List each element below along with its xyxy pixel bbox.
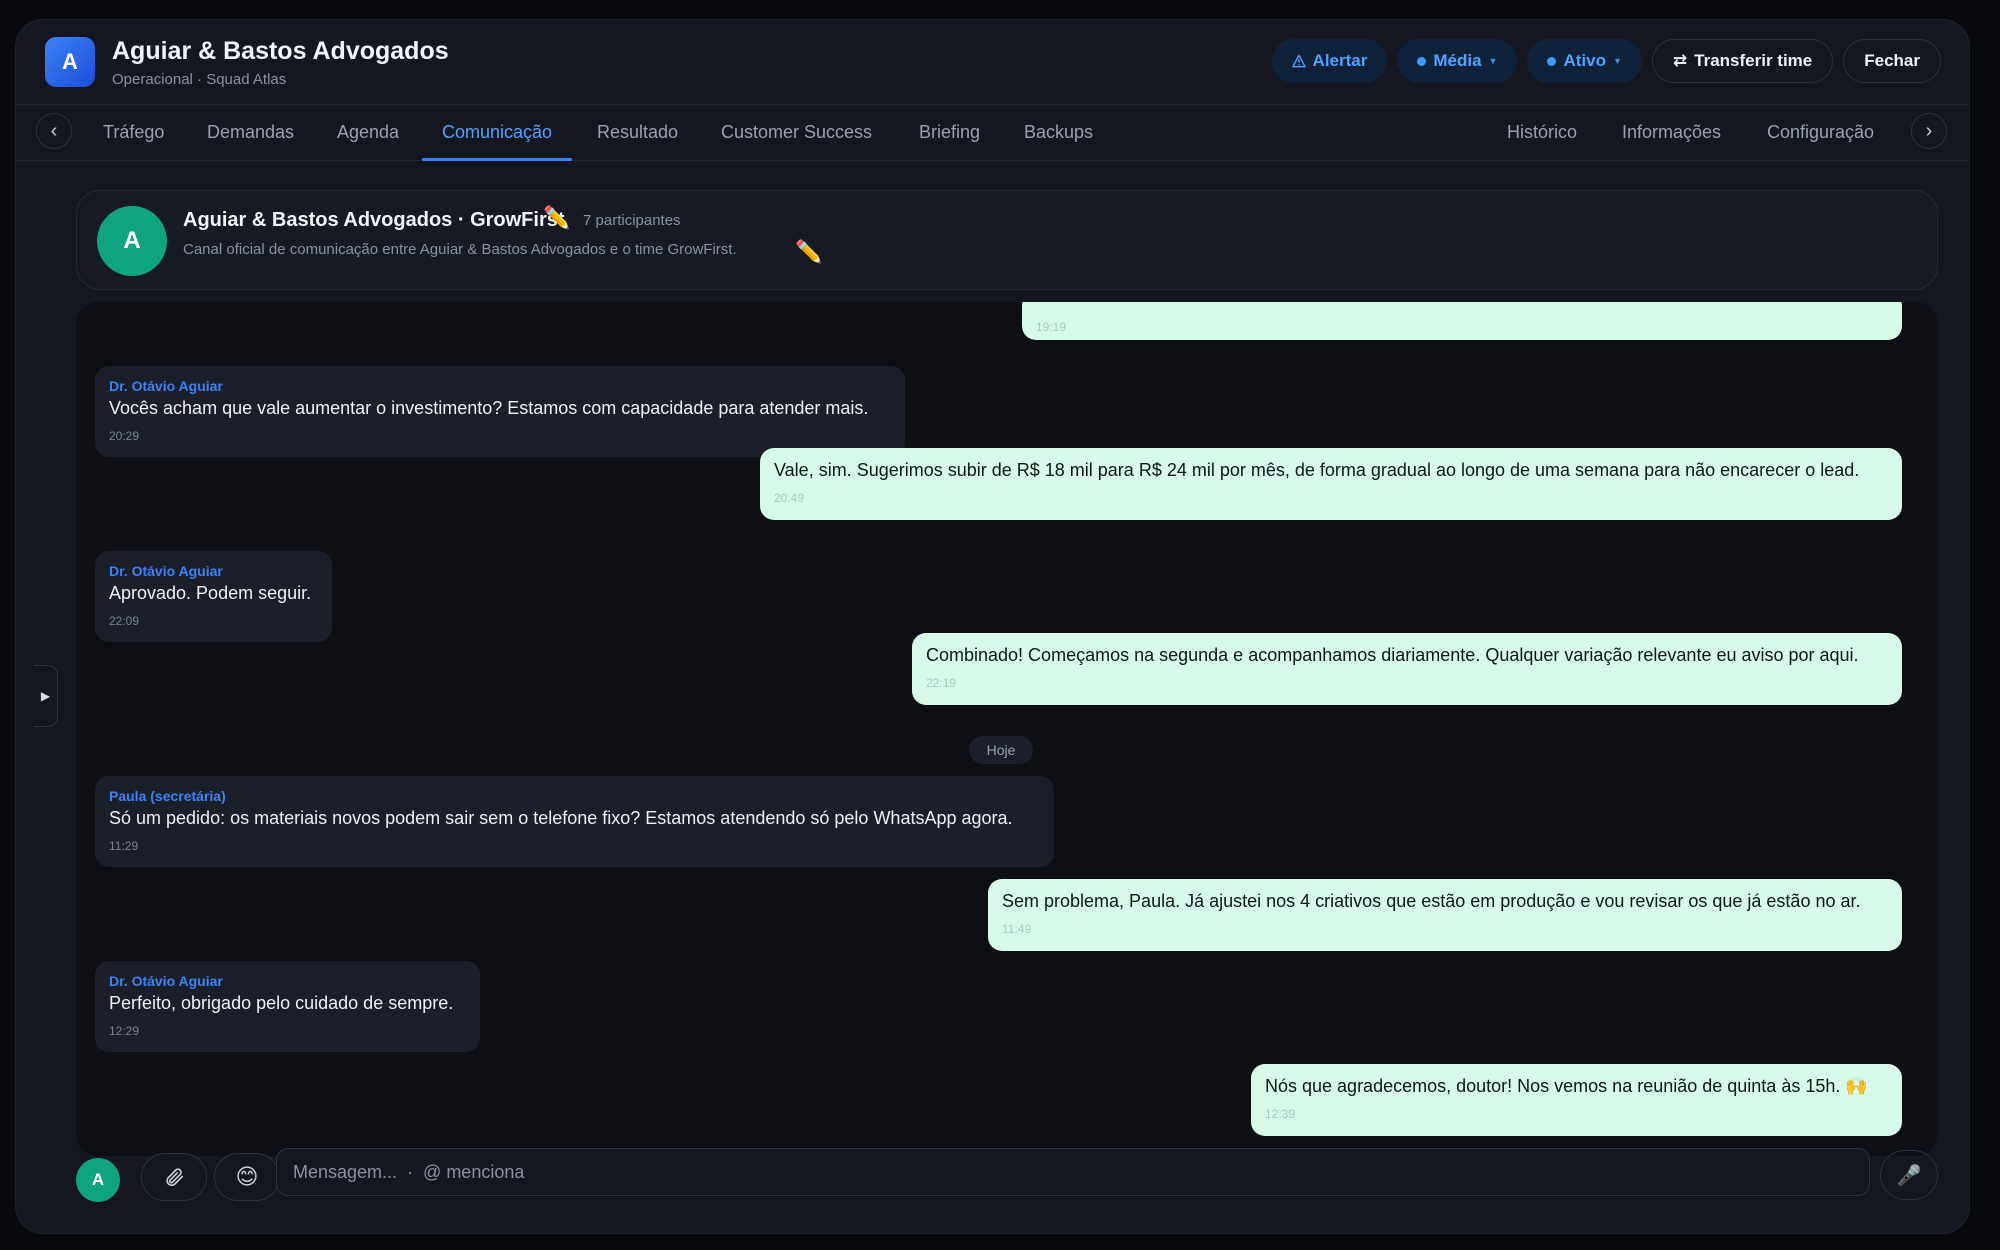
message-time: 20:29	[109, 429, 140, 443]
message-outgoing: 19:19	[1022, 302, 1902, 340]
message-author: Dr. Otávio Aguiar	[109, 563, 223, 579]
tab-backups[interactable]: Backups	[1024, 105, 1093, 160]
priority-dot-icon	[1417, 56, 1427, 66]
client-title: Aguiar & Bastos Advogados	[112, 37, 449, 65]
channel-header: A Aguiar & Bastos Advogados · GrowFirst …	[76, 190, 1938, 290]
paperclip-icon	[163, 1166, 185, 1188]
message-text: Vocês acham que vale aumentar o investim…	[109, 398, 869, 418]
priority-label: Média	[1433, 51, 1482, 70]
close-button[interactable]: Fechar	[1843, 39, 1941, 83]
user-avatar: A	[76, 1158, 120, 1202]
sidebar-toggle-button[interactable]: ▶	[34, 665, 58, 727]
tab-configuracao[interactable]: Configuração	[1767, 105, 1874, 160]
edit-description-pencil-icon[interactable]: ✏️	[795, 239, 822, 265]
message-time: 22:19	[926, 676, 957, 690]
message-text: Vale, sim. Sugerimos subir de R$ 18 mil …	[774, 460, 1860, 480]
tab-trafego[interactable]: Tráfego	[103, 105, 164, 160]
message-incoming: Dr. Otávio Aguiar Perfeito, obrigado pel…	[95, 961, 480, 1052]
message-time: 12:39	[1265, 1107, 1296, 1121]
close-label: Fechar	[1864, 51, 1920, 70]
tab-agenda[interactable]: Agenda	[337, 105, 399, 160]
swap-icon: ⇄	[1672, 51, 1688, 70]
message-text: Só um pedido: os materiais novos podem s…	[109, 808, 1013, 828]
tab-informacoes[interactable]: Informações	[1622, 105, 1721, 160]
channel-avatar: A	[97, 206, 167, 276]
alert-button[interactable]: Alertar	[1271, 39, 1388, 83]
status-dot-icon	[1547, 56, 1557, 66]
message-outgoing: Combinado! Começamos na segunda e acompa…	[912, 633, 1902, 705]
message-author: Dr. Otávio Aguiar	[109, 973, 223, 989]
participants-count[interactable]: 7 participantes	[583, 212, 681, 229]
attach-button[interactable]	[141, 1153, 207, 1201]
message-text: Aprovado. Podem seguir.	[109, 583, 312, 603]
message-time: 11:49	[1002, 922, 1032, 936]
message-author: Dr. Otávio Aguiar	[109, 378, 223, 394]
channel-description: Canal oficial de comunicação entre Aguia…	[183, 241, 737, 258]
header-actions: Alertar Média ▼ Ativo ▼ ⇄ Transferir tim…	[1271, 39, 1941, 83]
alert-label: Alertar	[1312, 51, 1368, 70]
tab-demandas[interactable]: Demandas	[207, 105, 294, 160]
message-list[interactable]: 19:19 Dr. Otávio Aguiar Vocês acham que …	[76, 302, 1938, 1156]
tab-resultado[interactable]: Resultado	[597, 105, 678, 160]
channel-title: Aguiar & Bastos Advogados · GrowFirst	[183, 209, 565, 231]
message-text: Sem problema, Paula. Já ajustei nos 4 cr…	[1002, 891, 1861, 911]
message-outgoing: Vale, sim. Sugerimos subir de R$ 18 mil …	[760, 448, 1902, 520]
chevron-left-icon: ‹	[50, 119, 58, 142]
transfer-team-button[interactable]: ⇄ Transferir time	[1651, 39, 1834, 83]
chevron-down-icon: ▼	[1488, 56, 1498, 66]
transfer-label: Transferir time	[1694, 51, 1813, 70]
message-outgoing: Sem problema, Paula. Já ajustei nos 4 cr…	[988, 879, 1902, 951]
emoji-icon: 😊	[235, 1164, 259, 1189]
message-incoming: Paula (secretária) Só um pedido: os mate…	[95, 776, 1054, 867]
tabs-scroll-right-button[interactable]: ›	[1911, 113, 1947, 149]
message-time: 12:29	[109, 1024, 140, 1038]
warning-icon	[1291, 54, 1306, 68]
emoji-button[interactable]: 😊	[214, 1153, 280, 1201]
client-subtitle: Operacional · Squad Atlas	[112, 71, 287, 88]
client-avatar: A	[45, 37, 95, 87]
play-right-icon: ▶	[40, 689, 51, 703]
status-label: Ativo	[1563, 51, 1606, 70]
priority-dropdown[interactable]: Média ▼	[1397, 39, 1518, 83]
microphone-icon: 🎤	[1896, 1164, 1922, 1187]
status-dropdown[interactable]: Ativo ▼	[1527, 39, 1642, 83]
tabs-scroll-left-button[interactable]: ‹	[36, 113, 72, 149]
message-incoming: Dr. Otávio Aguiar Vocês acham que vale a…	[95, 366, 905, 457]
chevron-down-icon: ▼	[1612, 56, 1622, 66]
message-time: 20:49	[774, 491, 805, 505]
modal-header: A Aguiar & Bastos Advogados Operacional …	[16, 20, 1969, 105]
chevron-right-icon: ›	[1925, 119, 1933, 142]
message-text: Perfeito, obrigado pelo cuidado de sempr…	[109, 993, 454, 1013]
message-input[interactable]: Mensagem... · @ menciona	[276, 1148, 1870, 1196]
message-text: Combinado! Começamos na segunda e acompa…	[926, 645, 1859, 665]
edit-title-pencil-icon[interactable]: ✏️	[543, 205, 570, 231]
tab-bar: ‹ Tráfego Demandas Agenda Comunicação Re…	[16, 105, 1969, 161]
microphone-button[interactable]: 🎤	[1880, 1150, 1938, 1200]
tab-historico[interactable]: Histórico	[1507, 105, 1577, 160]
tab-customer-success[interactable]: Customer Success	[721, 105, 872, 160]
message-author: Paula (secretária)	[109, 788, 226, 804]
message-outgoing: Nós que agradecemos, doutor! Nos vemos n…	[1251, 1064, 1902, 1136]
message-time: 19:19	[1036, 320, 1067, 334]
message-text: Nós que agradecemos, doutor! Nos vemos n…	[1265, 1076, 1868, 1096]
message-time: 11:29	[109, 839, 139, 853]
message-input-placeholder: Mensagem... · @ menciona	[293, 1161, 525, 1182]
tab-briefing[interactable]: Briefing	[919, 105, 980, 160]
day-separator: Hoje	[969, 736, 1033, 764]
tab-comunicacao[interactable]: Comunicação	[421, 105, 573, 161]
client-modal: A Aguiar & Bastos Advogados Operacional …	[15, 19, 1970, 1234]
message-incoming: Dr. Otávio Aguiar Aprovado. Podem seguir…	[95, 551, 332, 642]
message-time: 22:09	[109, 614, 140, 628]
